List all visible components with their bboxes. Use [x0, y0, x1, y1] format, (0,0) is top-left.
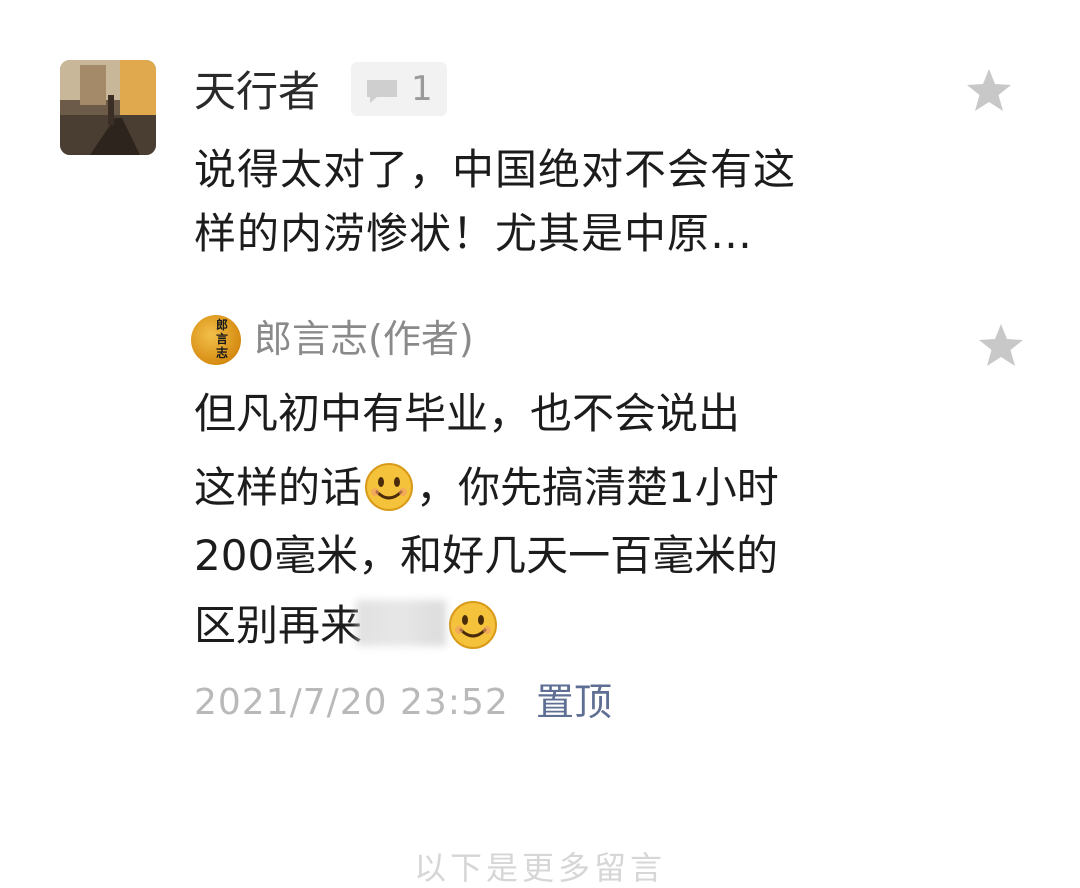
comment-bubble-icon: [365, 78, 399, 108]
reply-count-badge[interactable]: 1: [351, 62, 447, 116]
reply-timestamp: 2021/7/20 23:52: [194, 682, 509, 723]
author-avatar[interactable]: 郎言志: [191, 315, 241, 365]
author-avatar-logo-text: 郎言志: [215, 318, 228, 360]
comment-text-line-1: 说得太对了，中国绝对不会有这: [194, 145, 797, 194]
reply-count: 1: [411, 69, 433, 109]
commenter-avatar[interactable]: [60, 60, 156, 155]
reply-text-line-4-a: 区别再来: [194, 601, 363, 650]
like-reply-star-icon[interactable]: [977, 322, 1025, 368]
smile-emoji-icon: [448, 600, 498, 650]
reply-text-line-2-a: 这样的话: [194, 463, 363, 512]
reply-text-line-2-b: ，你先搞清楚1小时: [416, 463, 779, 512]
like-comment-star-icon[interactable]: [965, 67, 1013, 113]
smile-emoji-icon: [364, 462, 414, 512]
comment-text-line-2: 样的内涝惨状！尤其是中原…: [194, 209, 754, 258]
reply-text-line-4: 区别再来: [194, 598, 500, 654]
commenter-name[interactable]: 天行者: [194, 64, 320, 120]
author-name[interactable]: 郎言志(作者): [254, 313, 474, 365]
blurred-text-redaction: [356, 600, 447, 646]
reply-text-line-1: 但凡初中有毕业，也不会说出: [194, 389, 741, 438]
reply-text-line-2: 这样的话 ，你先搞清楚1小时: [194, 460, 779, 516]
pin-to-top-link[interactable]: 置顶: [536, 679, 612, 725]
reply-text-line-3: 200毫米，和好几天一百毫米的: [194, 531, 779, 580]
more-comments-divider-text: 以下是更多留言: [413, 849, 666, 887]
